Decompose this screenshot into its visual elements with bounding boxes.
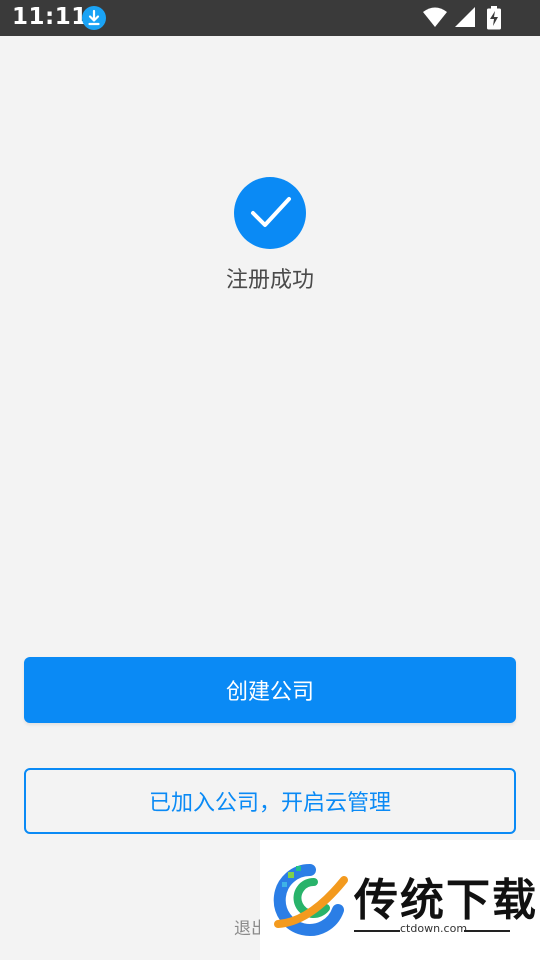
watermark: 传统下载 ctdown.com [260, 840, 540, 960]
create-company-button[interactable]: 创建公司 [24, 657, 516, 723]
battery-charging-icon [487, 6, 501, 30]
watermark-url: ctdown.com [400, 922, 468, 935]
watermark-divider-right [464, 930, 510, 932]
status-bar: 11:11 [0, 0, 540, 36]
joined-company-label: 已加入公司，开启云管理 [148, 791, 391, 816]
watermark-divider-left [354, 930, 400, 932]
joined-company-button[interactable]: 已加入公司，开启云管理 [24, 768, 516, 834]
watermark-logo-icon [270, 862, 352, 938]
download-icon [82, 6, 106, 30]
watermark-title: 传统下载 [354, 875, 538, 926]
check-circle-icon [234, 177, 306, 249]
status-time: 11:11 [12, 4, 88, 30]
create-company-label: 创建公司 [225, 680, 314, 705]
success-message: 注册成功 [225, 268, 314, 293]
cell-signal-icon [455, 7, 475, 27]
wifi-icon [423, 7, 447, 27]
